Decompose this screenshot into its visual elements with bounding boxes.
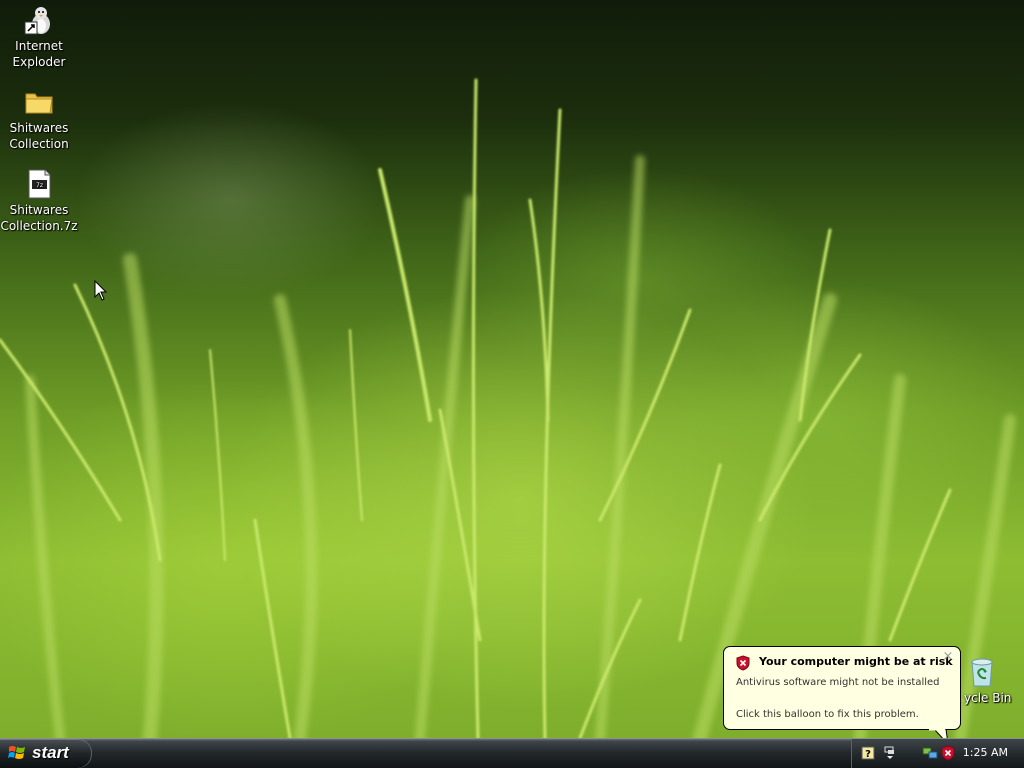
- desktop-icon-shitwares-collection[interactable]: Shitwares Collection: [0, 86, 78, 152]
- security-shield-icon: [736, 655, 750, 671]
- clock[interactable]: 1:25 AM: [963, 746, 1008, 759]
- mouse-cursor-icon: [94, 280, 108, 301]
- desktop-icon-label: Internet: [15, 39, 63, 53]
- windows-logo-icon: [8, 746, 25, 759]
- safely-remove-hardware-icon[interactable]: [882, 745, 898, 761]
- recycle-bin-icon: [971, 658, 993, 687]
- help-icon[interactable]: ?: [860, 745, 876, 761]
- balloon-message: Antivirus software might not be installe…: [736, 677, 940, 688]
- desktop-icon-label: Collection.7z: [0, 219, 78, 233]
- balloon-action-hint: Click this balloon to fix this problem.: [736, 709, 919, 720]
- desktop-icon-label: ycle Bin: [964, 691, 1012, 705]
- desktop[interactable]: Internet Exploder Shitwares Collection 7…: [0, 0, 1024, 738]
- desktop-icon-label: Collection: [9, 137, 69, 151]
- ie-icon: [24, 7, 50, 35]
- system-tray: ? 1:25 AM: [851, 739, 1024, 768]
- security-alert-icon[interactable]: [940, 745, 956, 761]
- svg-text:?: ?: [865, 749, 871, 760]
- desktop-icon-shitwares-collection-7z[interactable]: 7z Shitwares Collection.7z: [0, 168, 78, 234]
- start-button[interactable]: start: [0, 739, 92, 768]
- grass-wallpaper: [0, 78, 1016, 738]
- desktop-icon-label: Exploder: [12, 55, 66, 69]
- balloon-title: Your computer might be at risk: [759, 655, 953, 668]
- desktop-icon-internet-exploder[interactable]: Internet Exploder: [0, 4, 78, 70]
- archive-icon: 7z: [28, 169, 51, 199]
- taskbar: start ? 1:25 AM: [0, 738, 1024, 768]
- balloon-close-button[interactable]: ×: [942, 650, 954, 663]
- desktop-icon-label: Shitwares: [9, 121, 69, 135]
- svg-text:7z: 7z: [36, 182, 43, 189]
- network-icon[interactable]: [922, 745, 938, 761]
- desktop-icon-label: Shitwares: [9, 203, 69, 217]
- security-notification-balloon[interactable]: Your computer might be at risk × Antivir…: [723, 646, 961, 730]
- start-label: start: [32, 743, 69, 762]
- folder-icon: [25, 93, 53, 114]
